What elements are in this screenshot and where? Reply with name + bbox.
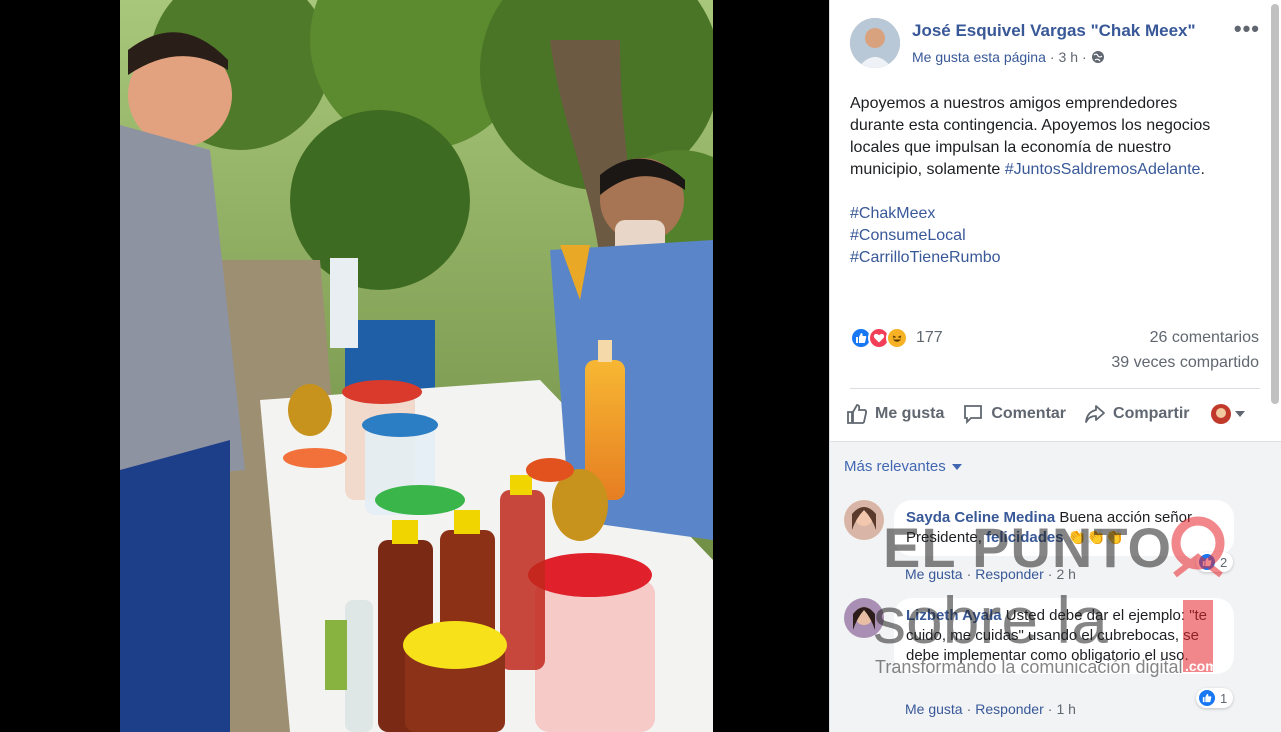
post-text: Apoyemos a nuestros amigos emprendedores… — [850, 93, 1260, 269]
more-options-icon[interactable]: ••• — [1234, 18, 1260, 40]
thumbs-up-icon — [847, 404, 868, 424]
comment-reply-link[interactable]: Responder — [975, 566, 1044, 582]
post-as-selector[interactable] — [1211, 404, 1246, 424]
post-text-line: municipio, solamente — [850, 161, 1005, 178]
comment-actions: Me gusta · Responder · 2 h — [905, 566, 1076, 582]
like-reaction-icon — [1198, 689, 1216, 707]
reaction-count[interactable]: 177 — [916, 329, 943, 347]
hashtag-link[interactable]: #ConsumeLocal — [850, 227, 966, 244]
comment-actions-separator: · — [966, 566, 972, 582]
post-text-line: locales que impulsan la economía de nues… — [850, 139, 1172, 156]
post-header: José Esquivel Vargas "Chak Meex" Me gust… — [850, 18, 1260, 70]
comment-like-link[interactable]: Me gusta — [905, 701, 963, 717]
comment-button-label: Comentar — [991, 405, 1067, 422]
comment-like-link[interactable]: Me gusta — [905, 566, 963, 582]
share-button[interactable]: Compartir — [1084, 403, 1189, 425]
author-name[interactable]: José Esquivel Vargas "Chak Meex" — [912, 21, 1196, 41]
hashtag-link[interactable]: #CarrilloTieneRumbo — [850, 249, 1001, 266]
commenter-avatar[interactable] — [844, 598, 884, 638]
post-text-line: durante esta contingencia. Apoyemos los … — [850, 117, 1211, 134]
hashtag-link[interactable]: #ChakMeex — [850, 205, 935, 222]
meta-separator: · — [1049, 49, 1055, 65]
comment-sort-label: Más relevantes — [844, 458, 946, 475]
hashtag-link[interactable]: #JuntosSaldremosAdelante — [1005, 161, 1201, 178]
meta-separator-2: · — [1082, 49, 1087, 65]
scrollbar[interactable] — [1271, 4, 1279, 404]
post-meta: Me gusta esta página · 3 h · — [912, 49, 1105, 65]
post-text-suffix: . — [1200, 161, 1205, 178]
comment-actions: Me gusta · Responder · 1 h — [905, 701, 1076, 717]
comment-emoji: 👏👏👏 — [1063, 529, 1124, 546]
chevron-down-icon — [1235, 411, 1246, 417]
comment-time[interactable]: 2 h — [1056, 566, 1075, 582]
comments-section: Más relevantes Sayda Celine Medina Buena… — [830, 441, 1281, 732]
post-photo[interactable] — [120, 0, 713, 732]
comment-tag[interactable]: felicidades — [986, 529, 1064, 546]
comment-button[interactable]: Comentar — [962, 403, 1066, 425]
like-reaction-icon — [1198, 553, 1216, 571]
comments-count[interactable]: 26 comentarios — [1150, 329, 1259, 347]
like-button[interactable]: Me gusta — [846, 403, 944, 425]
commenter-name[interactable]: Lizbeth Ayala — [906, 607, 1002, 624]
comment-sort-dropdown[interactable]: Más relevantes — [844, 458, 962, 475]
comment-bubble: Lizbeth Ayala Usted debe dar el ejemplo:… — [894, 598, 1234, 674]
action-bar: Me gusta Comentar Compartir — [846, 396, 1266, 432]
post-time[interactable]: 3 h — [1059, 49, 1078, 65]
shares-count[interactable]: 39 veces compartido — [1111, 354, 1259, 372]
divider — [850, 388, 1260, 389]
commenter-avatar[interactable] — [844, 500, 884, 540]
commenter-name[interactable]: Sayda Celine Medina — [906, 509, 1055, 526]
chevron-down-icon — [951, 463, 962, 470]
like-button-label: Me gusta — [875, 405, 945, 422]
share-icon — [1085, 405, 1105, 423]
viewer-avatar — [1211, 404, 1232, 424]
comment-reaction-count: 2 — [1220, 554, 1228, 570]
reactions-summary[interactable]: 177 — [850, 326, 943, 350]
author-avatar[interactable] — [850, 18, 900, 68]
comment-reaction-count: 1 — [1220, 690, 1228, 706]
comment-item: Sayda Celine Medina Buena acción señor P… — [844, 500, 1264, 590]
post-panel: José Esquivel Vargas "Chak Meex" Me gust… — [829, 0, 1281, 732]
photo-viewer-stage — [0, 0, 829, 732]
comment-actions-separator: · — [1047, 701, 1053, 717]
comment-reactions[interactable]: 1 — [1196, 688, 1234, 708]
comment-reply-link[interactable]: Responder — [975, 701, 1044, 717]
globe-icon — [1091, 50, 1105, 64]
comment-actions-separator: · — [966, 701, 972, 717]
comment-reactions[interactable]: 2 — [1196, 552, 1234, 572]
haha-reaction-icon — [886, 327, 908, 349]
share-button-label: Compartir — [1113, 405, 1190, 422]
comment-item: Lizbeth Ayala Usted debe dar el ejemplo:… — [844, 598, 1264, 718]
like-page-link[interactable]: Me gusta esta página — [912, 49, 1046, 65]
comment-icon — [964, 405, 983, 425]
comment-time[interactable]: 1 h — [1056, 701, 1075, 717]
comment-actions-separator: · — [1047, 566, 1053, 582]
comment-bubble: Sayda Celine Medina Buena acción señor P… — [894, 500, 1234, 556]
post-text-line: Apoyemos a nuestros amigos emprendedores — [850, 95, 1178, 112]
